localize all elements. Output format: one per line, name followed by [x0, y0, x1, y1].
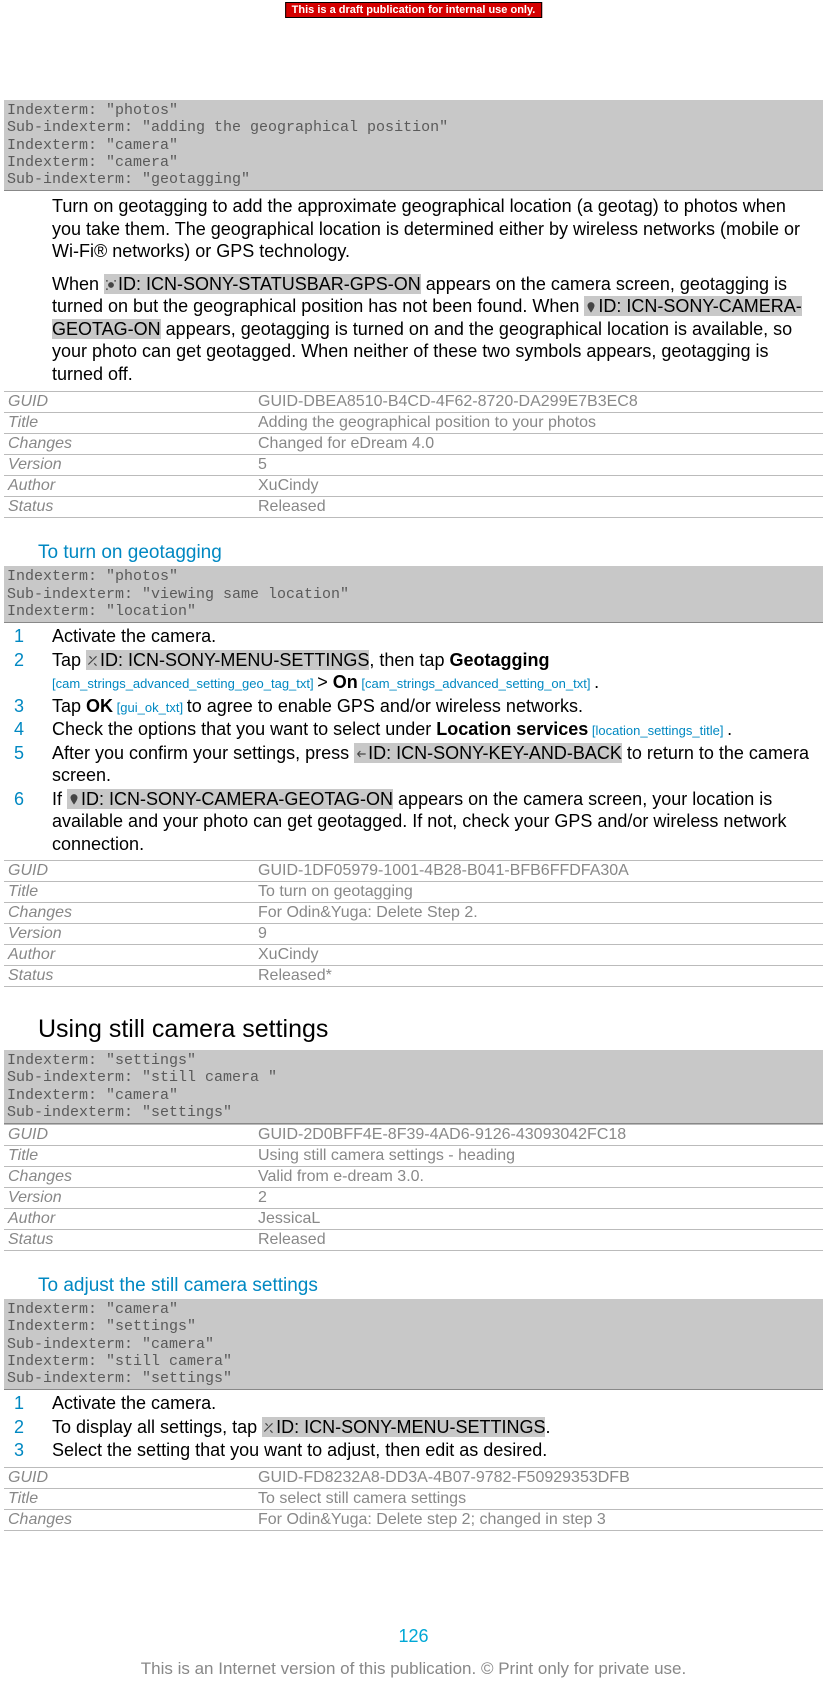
icon-id-label: ID: ICN-SONY-MENU-SETTINGS	[100, 650, 369, 670]
table-row: ChangesFor Odin&Yuga: Delete step 2; cha…	[4, 1509, 823, 1530]
key-tag: [cam_strings_advanced_setting_on_txt]	[358, 676, 594, 691]
ui-label: Geotagging	[449, 650, 549, 670]
icon-id-label: ID: ICN-SONY-STATUSBAR-GPS-ON	[118, 274, 421, 294]
list-item: Tap ID: ICN-SONY-MENU-SETTINGS, then tap…	[8, 649, 813, 694]
indexterm-block: Indexterm: "photos" Sub-indexterm: "view…	[4, 566, 823, 623]
heading-to-turn-on-geotagging: To turn on geotagging	[4, 518, 823, 566]
menu-settings-icon: ID: ICN-SONY-MENU-SETTINGS	[86, 650, 369, 670]
text: >	[317, 672, 333, 692]
key-tag: [cam_strings_advanced_setting_geo_tag_tx…	[52, 676, 317, 691]
metadata-table: GUIDGUID-DBEA8510-B4CD-4F62-8720-DA299E7…	[4, 391, 823, 518]
table-row: TitleTo turn on geotagging	[4, 882, 823, 903]
list-item: If ID: ICN-SONY-CAMERA-GEOTAG-ON appears…	[8, 788, 813, 856]
page-content: Indexterm: "photos" Sub-indexterm: "addi…	[0, 0, 827, 1531]
text: to agree to enable GPS and/or wireless n…	[187, 696, 583, 716]
table-row: AuthorXuCindy	[4, 945, 823, 966]
text: Check the options that you want to selec…	[52, 719, 436, 739]
list-item: Select the setting that you want to adju…	[8, 1439, 813, 1462]
indexterm-block: Indexterm: "camera" Indexterm: "settings…	[4, 1299, 823, 1390]
table-row: Version9	[4, 924, 823, 945]
table-row: GUIDGUID-2D0BFF4E-8F39-4AD6-9126-4309304…	[4, 1125, 823, 1146]
paragraph: When ID: ICN-SONY-STATUSBAR-GPS-ON appea…	[4, 269, 823, 392]
text: To display all settings, tap	[52, 1417, 262, 1437]
ui-label: On	[333, 672, 358, 692]
icon-id-label: ID: ICN-SONY-KEY-AND-BACK	[368, 743, 622, 763]
text: .	[594, 672, 599, 692]
metadata-table: GUIDGUID-2D0BFF4E-8F39-4AD6-9126-4309304…	[4, 1124, 823, 1251]
text: After you confirm your settings, press	[52, 743, 354, 763]
table-row: AuthorXuCindy	[4, 476, 823, 497]
paragraph: Turn on geotagging to add the approximat…	[4, 191, 823, 269]
steps-list: Activate the camera. To display all sett…	[4, 1390, 823, 1467]
draft-banner: This is a draft publication for internal…	[285, 2, 543, 18]
table-row: GUIDGUID-1DF05979-1001-4B28-B041-BFB6FFD…	[4, 861, 823, 882]
indexterm-block: Indexterm: "settings" Sub-indexterm: "st…	[4, 1050, 823, 1124]
text: Tap	[52, 650, 86, 670]
steps-list: Activate the camera. Tap ID: ICN-SONY-ME…	[4, 623, 823, 860]
back-key-icon: ID: ICN-SONY-KEY-AND-BACK	[354, 743, 622, 763]
icon-id-label: ID: ICN-SONY-MENU-SETTINGS	[276, 1417, 545, 1437]
ui-label: OK	[86, 696, 113, 716]
table-row: StatusReleased	[4, 1230, 823, 1251]
key-tag: [gui_ok_txt]	[113, 700, 187, 715]
table-row: TitleTo select still camera settings	[4, 1488, 823, 1509]
table-row: Version5	[4, 455, 823, 476]
gps-on-icon: ID: ICN-SONY-STATUSBAR-GPS-ON	[104, 274, 421, 294]
table-row: TitleAdding the geographical position to…	[4, 413, 823, 434]
icon-id-label: ID: ICN-SONY-CAMERA-GEOTAG-ON	[81, 789, 393, 809]
text: Tap	[52, 696, 86, 716]
geotag-on-icon: ID: ICN-SONY-CAMERA-GEOTAG-ON	[67, 789, 393, 809]
table-row: StatusReleased*	[4, 966, 823, 987]
text: When	[52, 274, 104, 294]
text: .	[727, 719, 732, 739]
table-row: Version2	[4, 1188, 823, 1209]
text: appears, geotagging is turned on and the…	[52, 319, 792, 384]
table-row: AuthorJessicaL	[4, 1209, 823, 1230]
list-item: To display all settings, tap ID: ICN-SON…	[8, 1416, 813, 1439]
menu-settings-icon: ID: ICN-SONY-MENU-SETTINGS	[262, 1417, 545, 1437]
table-row: StatusReleased	[4, 497, 823, 518]
table-row: GUIDGUID-DBEA8510-B4CD-4F62-8720-DA299E7…	[4, 392, 823, 413]
ui-label: Location services	[436, 719, 588, 739]
list-item: Check the options that you want to selec…	[8, 718, 813, 741]
list-item: Activate the camera.	[8, 625, 813, 648]
indexterm-block: Indexterm: "photos" Sub-indexterm: "addi…	[4, 100, 823, 191]
heading-to-adjust-still-camera-settings: To adjust the still camera settings	[4, 1251, 823, 1299]
metadata-table: GUIDGUID-FD8232A8-DD3A-4B07-9782-F509293…	[4, 1467, 823, 1531]
footer-note: This is an Internet version of this publ…	[0, 1659, 827, 1679]
list-item: Activate the camera.	[8, 1392, 813, 1415]
table-row: GUIDGUID-FD8232A8-DD3A-4B07-9782-F509293…	[4, 1467, 823, 1488]
text: .	[545, 1417, 550, 1437]
table-row: ChangesChanged for eDream 4.0	[4, 434, 823, 455]
table-row: TitleUsing still camera settings - headi…	[4, 1146, 823, 1167]
text: , then tap	[369, 650, 449, 670]
table-row: ChangesFor Odin&Yuga: Delete Step 2.	[4, 903, 823, 924]
list-item: Tap OK [gui_ok_txt] to agree to enable G…	[8, 695, 813, 718]
table-row: ChangesValid from e-dream 3.0.	[4, 1167, 823, 1188]
key-tag: [location_settings_title]	[588, 723, 727, 738]
heading-using-still-camera-settings: Using still camera settings	[4, 987, 823, 1050]
text: If	[52, 789, 67, 809]
list-item: After you confirm your settings, press I…	[8, 742, 813, 787]
page-number: 126	[0, 1626, 827, 1647]
metadata-table: GUIDGUID-1DF05979-1001-4B28-B041-BFB6FFD…	[4, 860, 823, 987]
